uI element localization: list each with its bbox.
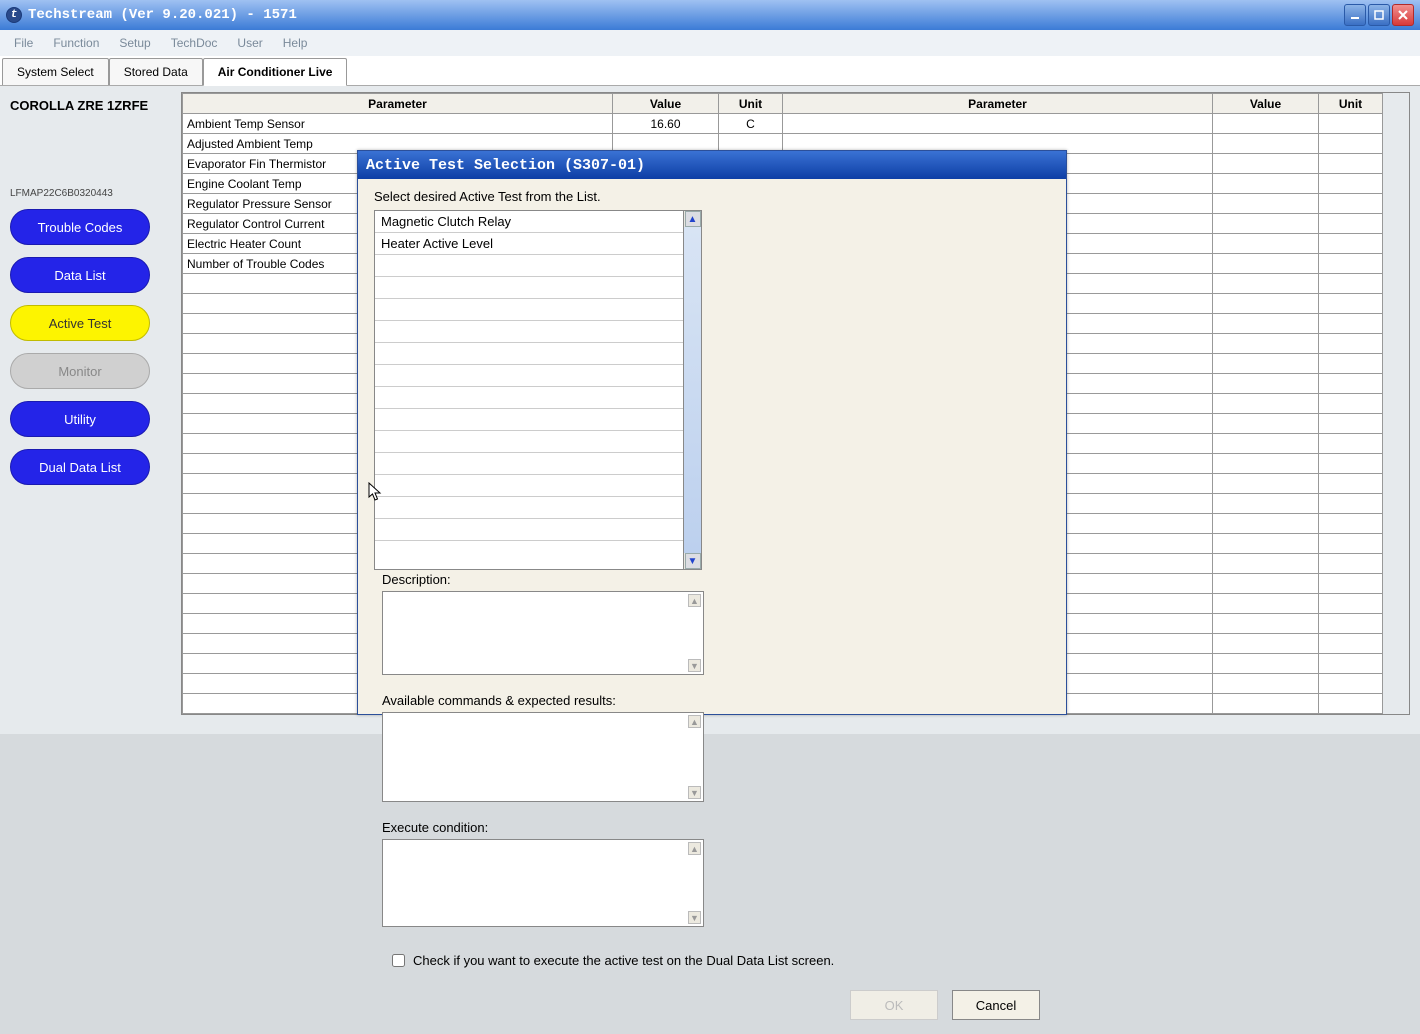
list-item[interactable] — [375, 475, 683, 497]
col-parameter-1: Parameter — [183, 94, 613, 114]
tab-system-select[interactable]: System Select — [2, 58, 109, 85]
cell-value — [1213, 234, 1319, 254]
list-item[interactable] — [375, 453, 683, 475]
mini-scroll-up-icon[interactable]: ▲ — [688, 842, 701, 855]
col-unit-2: Unit — [1319, 94, 1383, 114]
list-item[interactable] — [375, 387, 683, 409]
tabbar: System Select Stored Data Air Conditione… — [0, 56, 1420, 86]
list-item[interactable]: Magnetic Clutch Relay — [375, 211, 683, 233]
active-test-button[interactable]: Active Test — [10, 305, 150, 341]
description-textbox: ▲▼ — [382, 591, 704, 675]
exec-label: Execute condition: — [382, 820, 712, 835]
cell-unit — [1319, 154, 1383, 174]
trouble-codes-button[interactable]: Trouble Codes — [10, 209, 150, 245]
cell-value — [1213, 254, 1319, 274]
mini-scroll-up-icon[interactable]: ▲ — [688, 715, 701, 728]
col-unit-1: Unit — [719, 94, 783, 114]
scroll-down-icon[interactable]: ▼ — [685, 553, 701, 569]
cell-value: 16.60 — [613, 114, 719, 134]
utility-button[interactable]: Utility — [10, 401, 150, 437]
vehicle-name: COROLLA ZRE 1ZRFE — [10, 98, 165, 113]
cell-value — [1213, 214, 1319, 234]
cell-unit — [1319, 254, 1383, 274]
cell-value — [1213, 134, 1319, 154]
side-panel: COROLLA ZRE 1ZRFE LFMAP22C6B0320443 Trou… — [0, 86, 175, 734]
dual-data-list-button[interactable]: Dual Data List — [10, 449, 150, 485]
commands-label: Available commands & expected results: — [382, 693, 712, 708]
vehicle-code: LFMAP22C6B0320443 — [10, 188, 165, 199]
cell-unit — [1319, 194, 1383, 214]
list-item[interactable] — [375, 277, 683, 299]
menu-techdoc[interactable]: TechDoc — [161, 34, 228, 52]
cell-value — [1213, 194, 1319, 214]
list-item[interactable] — [375, 321, 683, 343]
col-parameter-2: Parameter — [783, 94, 1213, 114]
list-item[interactable] — [375, 519, 683, 541]
app-icon: t — [6, 7, 22, 23]
monitor-button: Monitor — [10, 353, 150, 389]
menu-help[interactable]: Help — [273, 34, 318, 52]
list-item[interactable] — [375, 343, 683, 365]
titlebar: t Techstream (Ver 9.20.021) - 1571 — [0, 0, 1420, 30]
active-test-dialog: Active Test Selection (S307-01) Select d… — [357, 150, 1067, 715]
cell-unit — [1319, 114, 1383, 134]
cell-parameter: Ambient Temp Sensor — [183, 114, 613, 134]
cell-value — [1213, 154, 1319, 174]
data-list-button[interactable]: Data List — [10, 257, 150, 293]
menu-setup[interactable]: Setup — [109, 34, 160, 52]
cell-unit — [1319, 134, 1383, 154]
cell-value — [1213, 174, 1319, 194]
maximize-button[interactable] — [1368, 4, 1390, 26]
tab-stored-data[interactable]: Stored Data — [109, 58, 203, 85]
cell-unit — [1319, 234, 1383, 254]
tab-air-conditioner-live[interactable]: Air Conditioner Live — [203, 58, 348, 86]
list-item[interactable] — [375, 255, 683, 277]
listbox-scrollbar[interactable]: ▲ ▼ — [684, 210, 702, 570]
mini-scroll-down-icon[interactable]: ▼ — [688, 911, 701, 924]
cell-value — [1213, 114, 1319, 134]
cell-unit — [1319, 174, 1383, 194]
exec-textbox: ▲▼ — [382, 839, 704, 927]
dual-data-checkbox-label: Check if you want to execute the active … — [413, 953, 834, 968]
menu-function[interactable]: Function — [43, 34, 109, 52]
list-item[interactable]: Heater Active Level — [375, 233, 683, 255]
description-label: Description: — [382, 572, 712, 587]
col-value-1: Value — [613, 94, 719, 114]
dialog-title: Active Test Selection (S307-01) — [358, 151, 1066, 179]
list-item[interactable] — [375, 409, 683, 431]
table-row: Ambient Temp Sensor16.60C — [183, 114, 1383, 134]
dual-data-checkbox[interactable] — [392, 954, 405, 967]
menubar: File Function Setup TechDoc User Help — [0, 30, 1420, 56]
mini-scroll-down-icon[interactable]: ▼ — [688, 659, 701, 672]
cell-parameter — [783, 114, 1213, 134]
menu-file[interactable]: File — [4, 34, 43, 52]
list-item[interactable] — [375, 431, 683, 453]
cell-unit — [1319, 214, 1383, 234]
cancel-button[interactable]: Cancel — [952, 990, 1040, 1020]
dialog-instruction: Select desired Active Test from the List… — [374, 189, 1050, 204]
scroll-track[interactable] — [684, 227, 701, 553]
minimize-button[interactable] — [1344, 4, 1366, 26]
ok-button: OK — [850, 990, 938, 1020]
menu-user[interactable]: User — [227, 34, 272, 52]
cell-unit: C — [719, 114, 783, 134]
list-item[interactable] — [375, 299, 683, 321]
close-button[interactable] — [1392, 4, 1414, 26]
mini-scroll-up-icon[interactable]: ▲ — [688, 594, 701, 607]
col-value-2: Value — [1213, 94, 1319, 114]
list-item[interactable] — [375, 365, 683, 387]
active-test-listbox[interactable]: Magnetic Clutch RelayHeater Active Level — [374, 210, 684, 570]
dual-data-checkbox-row: Check if you want to execute the active … — [374, 927, 1050, 968]
scroll-up-icon[interactable]: ▲ — [685, 211, 701, 227]
list-item[interactable] — [375, 497, 683, 519]
mini-scroll-down-icon[interactable]: ▼ — [688, 786, 701, 799]
titlebar-text: Techstream (Ver 9.20.021) - 1571 — [28, 7, 297, 23]
commands-textbox: ▲▼ — [382, 712, 704, 802]
